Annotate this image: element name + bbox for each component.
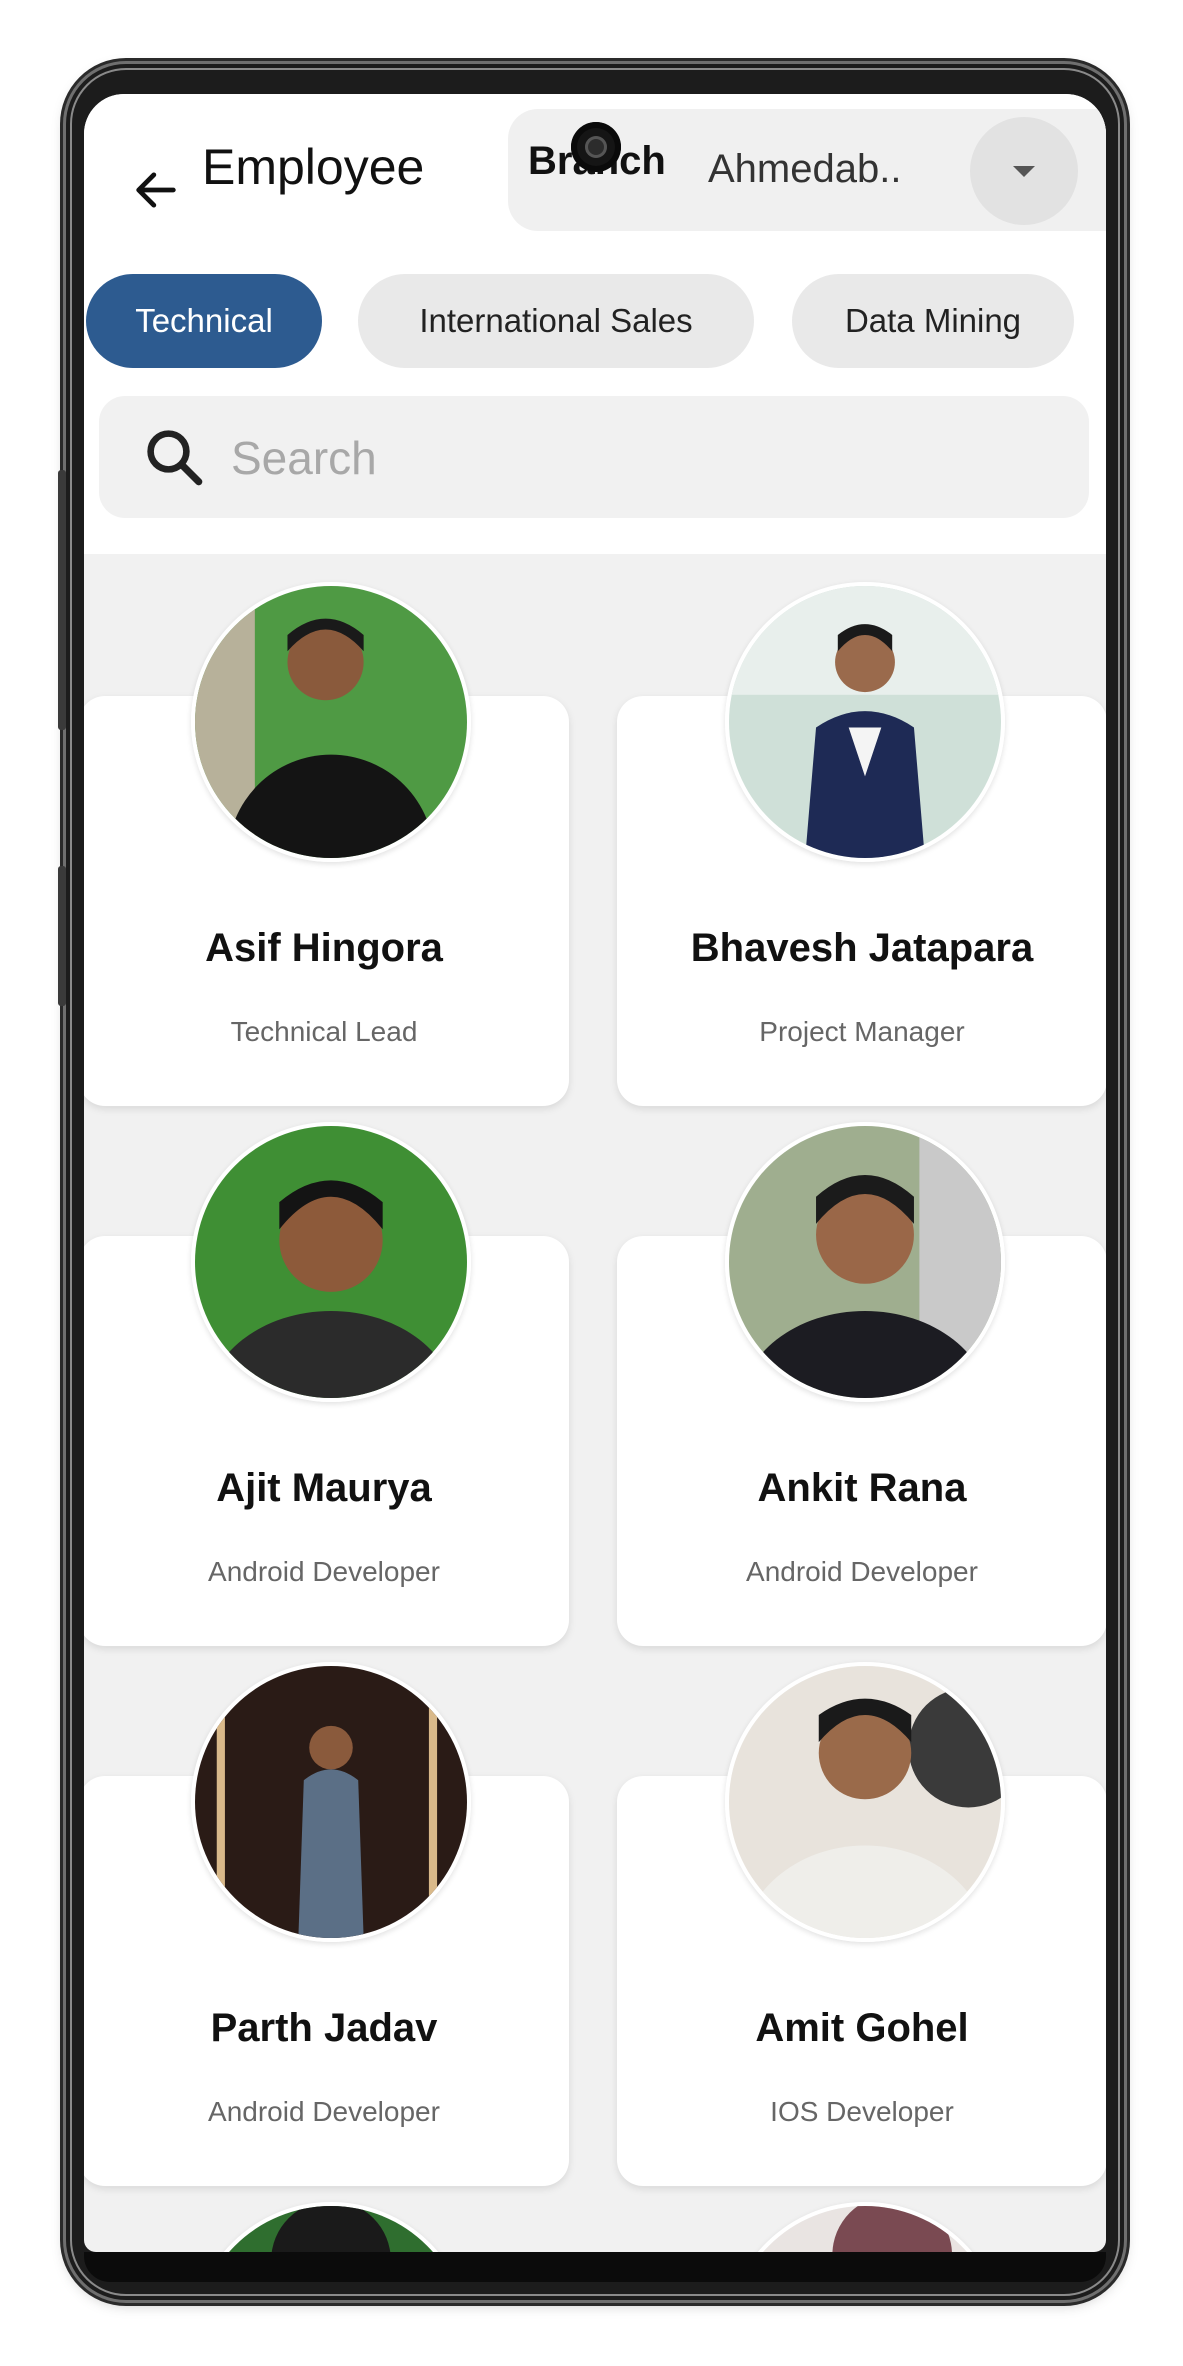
search-icon bbox=[147, 430, 203, 486]
power-button bbox=[58, 866, 66, 1006]
employee-name: Ajit Maurya bbox=[216, 1466, 432, 1510]
branch-dropdown-button[interactable] bbox=[970, 117, 1078, 225]
search-bar[interactable] bbox=[99, 396, 1089, 518]
search-input[interactable] bbox=[229, 420, 1033, 496]
department-tabs: Technical International Sales Data Minin… bbox=[84, 274, 1106, 368]
tab-technical[interactable]: Technical bbox=[86, 274, 322, 368]
avatar bbox=[191, 1662, 471, 1942]
branch-value: Ahmedab.. bbox=[708, 147, 902, 191]
employee-name: Ankit Rana bbox=[757, 1466, 967, 1510]
chevron-down-icon bbox=[1013, 165, 1035, 177]
employee-role: Technical Lead bbox=[230, 1016, 418, 1047]
employee-role: Android Developer bbox=[746, 1556, 978, 1587]
arrow-left-icon bbox=[136, 172, 176, 208]
employee-role: Android Developer bbox=[208, 2096, 440, 2127]
front-camera bbox=[571, 122, 621, 172]
avatar bbox=[725, 1662, 1005, 1942]
avatar bbox=[725, 2202, 1005, 2252]
employee-role: Project Manager bbox=[759, 1016, 965, 1047]
avatar bbox=[191, 1122, 471, 1402]
employee-role: Android Developer bbox=[208, 1556, 440, 1587]
volume-button bbox=[58, 470, 66, 730]
avatar bbox=[725, 1122, 1005, 1402]
page-title: Employee bbox=[202, 139, 425, 195]
bottom-bezel bbox=[84, 2252, 1106, 2282]
employee-name: Amit Gohel bbox=[755, 2006, 969, 2050]
employee-name: Bhavesh Jatapara bbox=[690, 926, 1034, 970]
avatar bbox=[725, 582, 1005, 862]
tab-data-mining[interactable]: Data Mining bbox=[792, 274, 1074, 368]
tab-international-sales[interactable]: International Sales bbox=[358, 274, 754, 368]
back-button[interactable] bbox=[116, 150, 196, 230]
employee-role: IOS Developer bbox=[770, 2096, 954, 2127]
app-screen: Employee Branch Ahmedab.. Technical Inte… bbox=[84, 94, 1106, 2252]
employee-name: Asif Hingora bbox=[205, 926, 443, 970]
employee-name: Parth Jadav bbox=[210, 2006, 438, 2050]
avatar bbox=[191, 2202, 471, 2252]
avatar bbox=[191, 582, 471, 862]
